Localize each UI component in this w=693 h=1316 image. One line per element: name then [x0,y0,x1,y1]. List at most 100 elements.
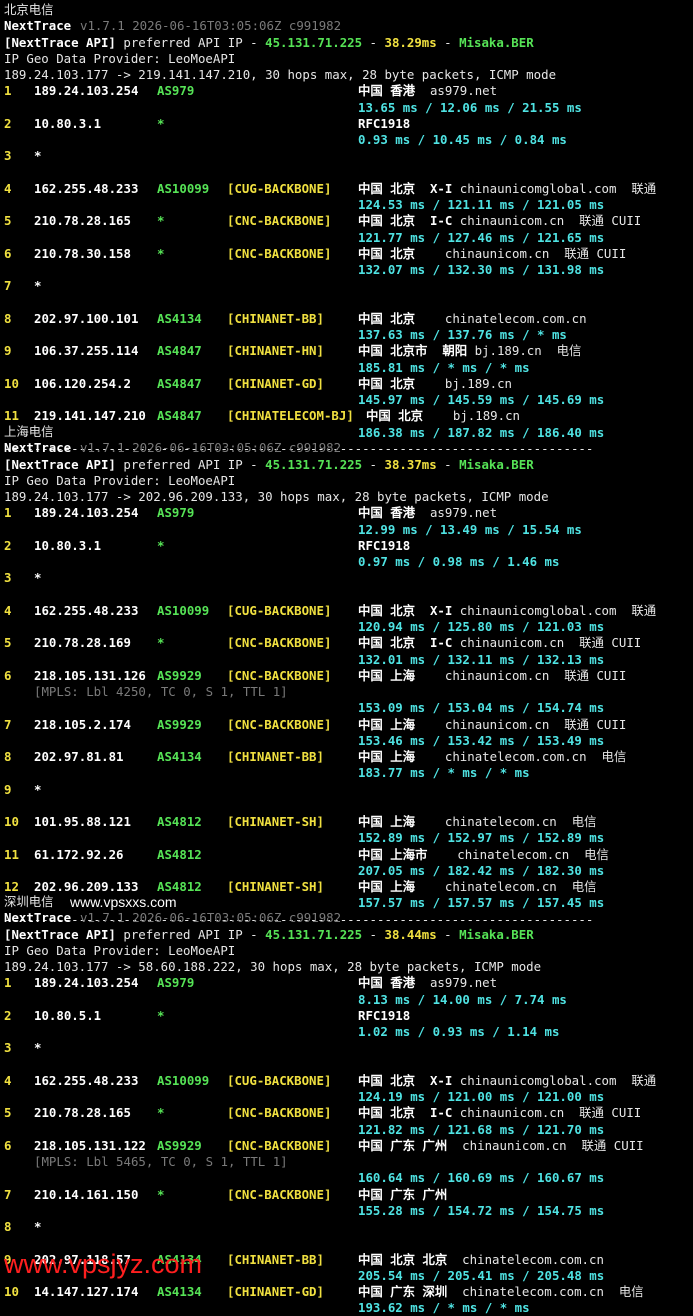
hop-backbone-tag: [CNC-BACKBONE] [227,1105,332,1121]
api-prefix: [NextTrace API] [4,456,116,472]
hop-asn: * [157,1105,165,1121]
hop-geo-info: 中国 上海 chinatelecom.cn 电信 [358,814,596,830]
app-version: v1.7.1 2026-06-16T03:05:06Z c991982 [80,910,342,926]
hop-ip: 14.147.127.174 [34,1284,139,1299]
hop-asn: AS4134 [157,310,202,326]
hop-rtt: 183.77 ms / * ms / * ms [358,765,530,781]
hop-number: 10 [4,1284,19,1299]
hop-asn: * [157,245,165,261]
hop-number: 5 [4,1105,12,1121]
hop-geo-info: 中国 广东 广州 chinaunicom.cn 联通 CUII [358,1138,644,1154]
hop-asn: AS4134 [157,749,202,764]
hop-geo: 中国 北京市 朝阳 [358,343,468,359]
hop-row: 11 61.172.92.26 AS4812 中国 上海市 chinatelecom.… [0,847,693,863]
geo-provider: IP Geo Data Provider: LeoMoeAPI [4,50,236,66]
hop-isp: 联通 CUII [549,716,627,732]
mpls-line: [MPLS: Lbl 5465, TC 0, S 1, TTL 1] [0,1154,693,1170]
hop-host: chinaunicomglobal.com [452,1072,617,1088]
app-name: NextTrace [4,18,72,34]
hop-host: bj.189.cn [467,343,542,359]
hop-isp: 联通 CUII [549,245,627,261]
hop-geo: 中国 北京 X-I [358,180,453,196]
hop-rtt-row: 124.19 ms / 121.00 ms / 121.00 ms [0,1089,693,1105]
hop-backbone-tag: [CNC-BACKBONE] [227,245,332,261]
hop-geo-info: 中国 北京 bj.189.cn [366,408,520,424]
hop-geo: 中国 香港 [358,975,416,991]
hop-rtt: 12.99 ms / 13.49 ms / 15.54 ms [358,521,582,537]
hop-rtt: 185.81 ms / * ms / * ms [358,359,530,375]
hop-geo: 中国 广东 广州 [358,1186,448,1202]
hop-host: as979.net [415,975,498,991]
hop-geo: 中国 北京 X-I [358,602,453,618]
hop-asn: AS4847 [157,375,202,391]
hop-rtt-row: 0.93 ms / 10.45 ms / 0.84 ms [0,132,693,148]
hop-geo: 中国 上海 [358,814,416,829]
hop-rtt: 132.07 ms / 132.30 ms / 131.98 ms [358,262,605,277]
hop-geo: 中国 北京 I-C [358,635,453,651]
hop-ip: * [34,278,42,294]
hop-geo: 中国 上海 [358,667,416,683]
hop-host: chinatelecom.cn [427,846,570,862]
api-dash2: - [436,456,460,472]
hop-rtt-row: 153.46 ms / 153.42 ms / 153.49 ms [0,733,693,749]
hop-asn: AS4134 [157,1284,202,1299]
hop-row: 10 106.120.254.2 AS4847 [CHINANET-GD] 中国 北京 … [0,376,693,392]
hop-number: 10 [4,375,19,391]
hop-ip: * [34,570,42,586]
hop-ip: 106.120.254.2 [34,375,131,391]
hop-geo-info: RFC1918 [358,116,410,132]
hop-rtt-row: 124.53 ms / 121.11 ms / 121.05 ms [0,197,693,213]
hop-asn: AS979 [157,975,195,991]
hop-number: 8 [4,310,12,326]
hop-rtt-row: 13.65 ms / 12.06 ms / 21.55 ms [0,100,693,116]
api-info: [NextTrace API] preferred API IP - 45.13… [4,927,534,943]
hop-rtt-row: 8.13 ms / 14.00 ms / 7.74 ms [0,992,693,1008]
hop-rtt: 152.89 ms / 152.97 ms / 152.89 ms [358,830,605,846]
hop-rtt-row: 155.28 ms / 154.72 ms / 154.75 ms [0,1203,693,1219]
api-latency: 38.37ms [384,456,437,472]
hop-asn: * [157,635,165,651]
hop-asn: * [157,213,165,229]
hop-number: 3 [4,570,12,586]
hop-ip: 61.172.92.26 [34,846,124,862]
hop-ip: 106.37.255.114 [34,343,139,359]
hop-geo: 中国 广东 深圳 [358,1284,448,1299]
app-name: NextTrace [4,910,72,926]
hop-row: 10 101.95.88.121 AS4812 [CHINANET-SH] 中国 上海 … [0,814,693,830]
hop-ip: 10.80.3.1 [34,115,102,131]
hop-geo-info: 中国 广东 广州 [358,1187,447,1203]
hop-asn: AS10099 [157,180,210,196]
hop-ip: 218.105.2.174 [34,716,131,732]
hop-rtt-row: 0.97 ms / 0.98 ms / 1.46 ms [0,554,693,570]
hop-row: 1 189.24.103.254 AS979 中国 香港 as979.net [0,505,693,521]
hop-number: 4 [4,1072,12,1088]
hop-number: 8 [4,1219,12,1234]
hop-row: 8 * [0,1219,693,1235]
hop-row: 9 * [0,782,693,798]
hop-backbone-tag: [CUG-BACKBONE] [227,1072,332,1088]
hop-geo-info: 中国 北京 I-C chinaunicom.cn 联通 CUII [358,213,641,229]
hop-host: chinatelecom.cn [415,879,557,894]
hop-row: 2 10.80.3.1 * RFC1918 [0,538,693,554]
hop-ip: 210.14.161.150 [34,1186,139,1202]
api-node: Misaka.BER [459,926,534,942]
hop-row: 10 14.147.127.174 AS4134 [CHINANET-GD] 中国 广东… [0,1284,693,1300]
hop-row: 1 189.24.103.254 AS979 中国 香港 as979.net [0,975,693,991]
hop-asn: AS979 [157,83,195,99]
hop-row: 2 10.80.5.1 * RFC1918 [0,1008,693,1024]
hop-geo-info: 中国 广东 深圳 chinatelecom.com.cn 电信 [358,1284,644,1300]
route-summary: 189.24.103.177 -> 219.141.147.210, 30 ho… [4,67,557,82]
hop-geo: 中国 北京 I-C [358,213,453,229]
hop-rtt-row: 207.05 ms / 182.42 ms / 182.30 ms [0,863,693,879]
api-mid: preferred API IP - [115,34,266,50]
api-ip: 45.131.71.225 [265,926,363,942]
hop-isp: 联通 CUII [564,213,642,229]
hop-geo: RFC1918 [358,115,411,131]
hop-host: chinatelecom.com.cn [415,310,587,326]
hop-ip: * [34,1219,42,1234]
api-ip: 45.131.71.225 [265,34,363,50]
hop-rtt-row: 132.07 ms / 132.30 ms / 131.98 ms [0,262,693,278]
hop-row: 2 10.80.3.1 * RFC1918 [0,116,693,132]
api-dash: - [362,926,385,942]
hop-rtt-row: 120.94 ms / 125.80 ms / 121.03 ms [0,619,693,635]
